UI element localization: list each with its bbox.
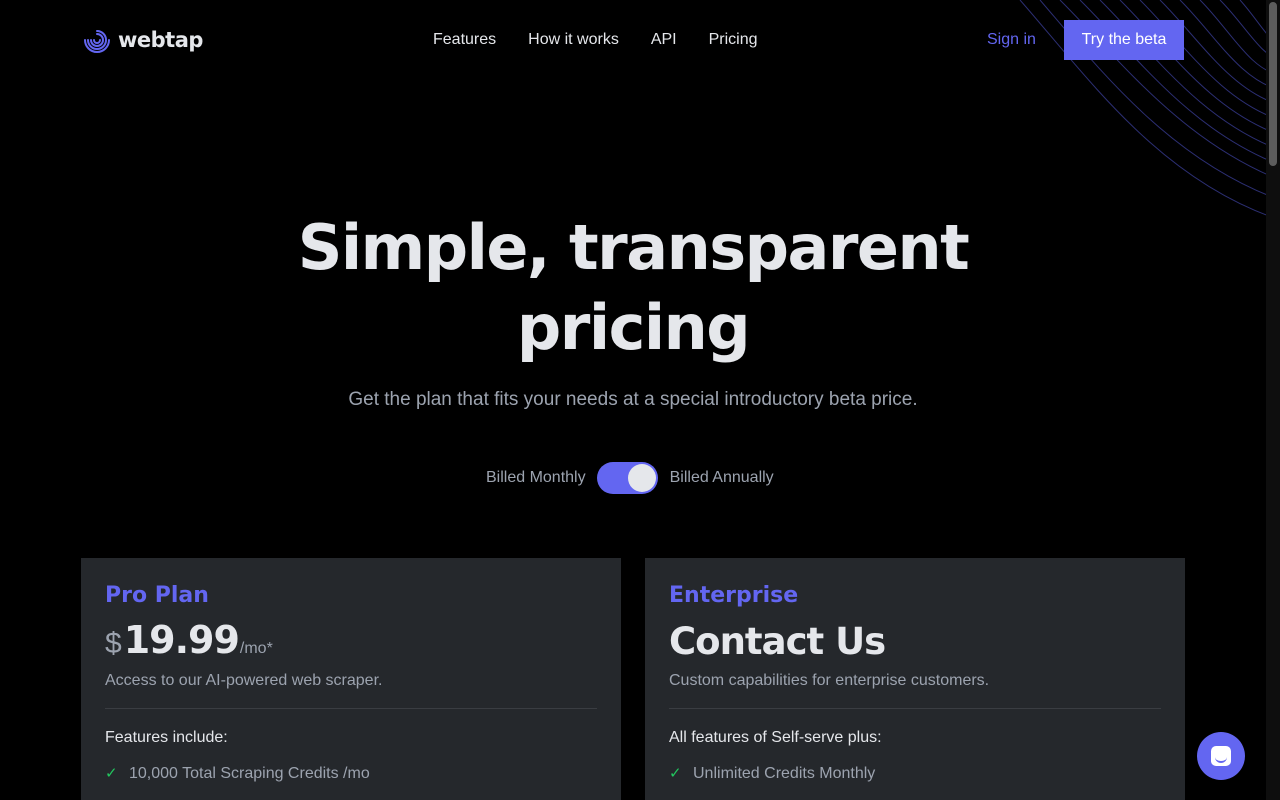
features-heading: Features include:	[105, 729, 228, 746]
card-divider	[669, 708, 1161, 709]
spiral-logo-icon	[84, 30, 110, 53]
price-period: /mo*	[239, 640, 273, 657]
plan-name: Pro Plan	[105, 583, 209, 608]
contact-us-headline: Contact Us	[669, 620, 886, 663]
main-nav: Features How it works API Pricing	[433, 30, 758, 50]
billing-toggle[interactable]	[596, 462, 658, 494]
plan-name: Enterprise	[669, 583, 799, 608]
feature-item: ✓ Unlimited Credits Monthly	[669, 763, 1161, 785]
nav-link-api[interactable]: API	[651, 30, 677, 50]
brand-logo[interactable]: webtap	[84, 27, 203, 53]
toggle-knob	[627, 464, 656, 492]
plan-description: Custom capabilities for enterprise custo…	[669, 672, 990, 689]
price-amount: 19.99	[123, 618, 240, 662]
nav-link-pricing[interactable]: Pricing	[709, 30, 758, 50]
features-heading: All features of Self-serve plus:	[669, 729, 882, 746]
check-icon: ✓	[105, 765, 118, 782]
page-title-line-1: Simple, transparent	[297, 211, 970, 284]
card-divider	[105, 708, 597, 709]
chat-icon	[1211, 746, 1231, 766]
billing-period-switch: Billed Monthly Billed Annually	[486, 462, 774, 494]
page-scrollbar[interactable]	[1266, 0, 1280, 800]
page-title: Simple, transparent pricing	[0, 208, 1266, 368]
sign-in-link[interactable]: Sign in	[987, 30, 1036, 50]
chat-launcher-button[interactable]	[1197, 732, 1245, 780]
pricing-card-enterprise: Enterprise Contact Us Custom capabilitie…	[645, 558, 1185, 800]
try-beta-button[interactable]: Try the beta	[1064, 20, 1184, 60]
feature-label: Unlimited Credits Monthly	[693, 765, 876, 782]
nav-link-features[interactable]: Features	[433, 30, 496, 50]
site-header: webtap Features How it works API Pricing…	[0, 0, 1266, 80]
scrollbar-thumb[interactable]	[1269, 2, 1277, 166]
feature-item: ✓ 10,000 Total Scraping Credits /mo	[105, 763, 597, 785]
billed-monthly-label[interactable]: Billed Monthly	[486, 468, 586, 488]
billed-annually-label[interactable]: Billed Annually	[670, 468, 774, 488]
nav-link-how-it-works[interactable]: How it works	[528, 30, 619, 50]
feature-label: 10,000 Total Scraping Credits /mo	[129, 765, 370, 782]
pricing-card-pro: Pro Plan $ 19.99 /mo* Access to our AI-p…	[81, 558, 621, 800]
price-currency: $	[105, 627, 122, 660]
page-subtitle: Get the plan that fits your needs at a s…	[348, 389, 918, 410]
check-icon: ✓	[669, 765, 682, 782]
brand-name: webtap	[118, 28, 203, 52]
page-title-line-2: pricing	[516, 291, 751, 364]
plan-price: $ 19.99 /mo*	[105, 618, 597, 666]
plan-description: Access to our AI-powered web scraper.	[105, 672, 383, 689]
